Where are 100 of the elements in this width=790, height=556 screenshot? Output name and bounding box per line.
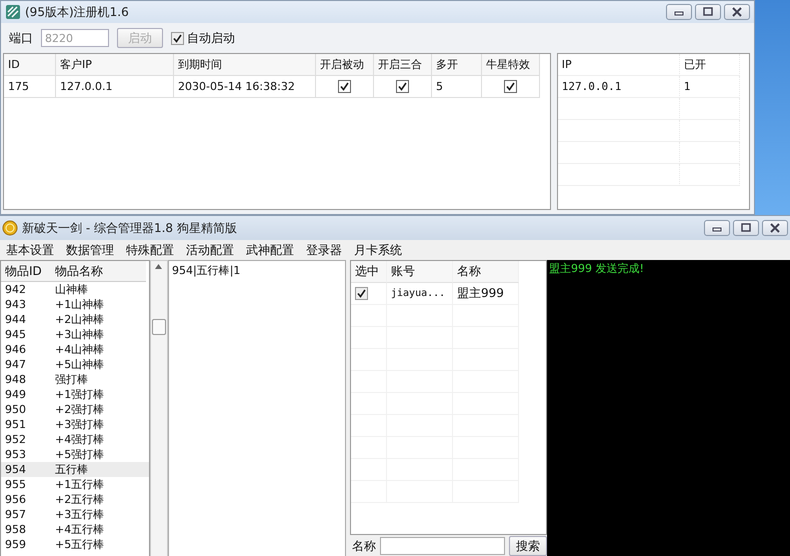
menu-item[interactable]: 活动配置 xyxy=(186,242,234,258)
column-header[interactable]: 开启被动 xyxy=(316,54,374,76)
menu-item[interactable]: 特殊配置 xyxy=(126,242,174,258)
column-header[interactable]: ID xyxy=(4,54,56,76)
table-cell[interactable]: 强打棒 xyxy=(51,372,146,387)
column-header[interactable]: 多开 xyxy=(432,54,482,76)
table-cell[interactable]: 959 xyxy=(1,537,51,552)
empty-cell xyxy=(351,481,387,503)
console-line: 盟主999 发送完成! xyxy=(549,261,645,276)
column-header[interactable]: 到期时间 xyxy=(174,54,316,76)
table-cell[interactable]: +5山神棒 xyxy=(51,357,146,372)
close-button[interactable] xyxy=(724,4,750,20)
empty-cell xyxy=(351,327,387,349)
coin-icon xyxy=(2,220,18,236)
column-header[interactable]: 物品ID xyxy=(1,261,51,282)
column-header[interactable]: IP xyxy=(558,54,680,76)
empty-cell xyxy=(351,459,387,481)
up-arrow-icon[interactable] xyxy=(155,264,162,269)
table-cell[interactable]: +4山神棒 xyxy=(51,342,146,357)
menu-item[interactable]: 登录器 xyxy=(306,242,342,258)
detail-text: 954|五行棒|1 xyxy=(168,260,346,556)
column-header[interactable]: 账号 xyxy=(387,261,453,283)
table-cell: jiayua... xyxy=(387,283,453,305)
search-button[interactable]: 搜索 xyxy=(509,536,547,556)
table-cell[interactable]: 946 xyxy=(1,342,51,357)
minimize-button[interactable] xyxy=(704,220,730,236)
column-header[interactable]: 客户IP xyxy=(56,54,174,76)
empty-cell xyxy=(351,393,387,415)
table-cell[interactable]: +3五行棒 xyxy=(51,507,146,522)
checkbox[interactable] xyxy=(338,80,351,93)
empty-cell xyxy=(351,349,387,371)
table-cell[interactable]: 943 xyxy=(1,297,51,312)
table-cell[interactable]: +1强打棒 xyxy=(51,387,146,402)
table-cell[interactable]: 945 xyxy=(1,327,51,342)
table-cell[interactable]: +4强打棒 xyxy=(51,432,146,447)
table-cell[interactable]: +1山神棒 xyxy=(51,297,146,312)
table-cell[interactable]: 948 xyxy=(1,372,51,387)
table-cell[interactable]: +3强打棒 xyxy=(51,417,146,432)
table-cell[interactable]: 957 xyxy=(1,507,51,522)
column-header[interactable]: 开启三合 xyxy=(374,54,432,76)
column-header[interactable]: 已开 xyxy=(680,54,740,76)
search-field[interactable] xyxy=(380,537,505,555)
maximize-icon xyxy=(702,7,714,17)
checkbox-label: 自动启动 xyxy=(187,30,235,46)
table-cell[interactable]: 950 xyxy=(1,402,51,417)
table-cell: 1 xyxy=(680,76,740,98)
table-cell[interactable]: 955 xyxy=(1,477,51,492)
table-cell[interactable]: 944 xyxy=(1,312,51,327)
column-header[interactable]: 选中 xyxy=(351,261,387,283)
table-cell[interactable]: 942 xyxy=(1,282,51,297)
table-cell[interactable]: +1五行棒 xyxy=(51,477,146,492)
table-cell[interactable]: 952 xyxy=(1,432,51,447)
close-icon xyxy=(769,223,781,233)
close-button[interactable] xyxy=(762,220,788,236)
table-cell[interactable]: 956 xyxy=(1,492,51,507)
column-header[interactable]: 牛星特效 xyxy=(482,54,540,76)
table-cell: 2030-05-14 16:38:32 xyxy=(174,76,316,98)
table-cell[interactable]: +2山神棒 xyxy=(51,312,146,327)
table-cell[interactable]: +2五行棒 xyxy=(51,492,146,507)
checkbox[interactable] xyxy=(171,32,184,44)
table-cell[interactable]: 951 xyxy=(1,417,51,432)
table-cell[interactable]: +5强打棒 xyxy=(51,447,146,462)
minimize-button[interactable] xyxy=(666,4,692,20)
empty-cell xyxy=(351,437,387,459)
window-title: (95版本)注册机1.6 xyxy=(25,4,129,20)
scroll-thumb[interactable] xyxy=(152,319,166,335)
table-cell[interactable]: +2强打棒 xyxy=(51,402,146,417)
table-cell[interactable]: 958 xyxy=(1,522,51,537)
menu-item[interactable]: 月卡系统 xyxy=(354,242,402,258)
table-cell[interactable]: +3山神棒 xyxy=(51,327,146,342)
table-cell: 5 xyxy=(432,76,482,98)
table-cell[interactable]: 947 xyxy=(1,357,51,372)
search-label: 名称 xyxy=(352,538,376,554)
maximize-button[interactable] xyxy=(733,220,759,236)
close-icon xyxy=(731,7,743,17)
port-label: 端口 xyxy=(9,30,33,46)
column-header[interactable]: 物品名称 xyxy=(51,261,146,282)
menu-item[interactable]: 基本设置 xyxy=(6,242,54,258)
column-header[interactable]: 名称 xyxy=(453,261,519,283)
table-cell[interactable]: 953 xyxy=(1,447,51,462)
table-cell: 127.0.0.1 xyxy=(56,76,174,98)
table-cell[interactable]: +4五行棒 xyxy=(51,522,146,537)
menu-item[interactable]: 武神配置 xyxy=(246,242,294,258)
menu-item[interactable]: 数据管理 xyxy=(66,242,114,258)
table-cell[interactable]: +5五行棒 xyxy=(51,537,146,552)
table-cell[interactable]: 949 xyxy=(1,387,51,402)
scrollbar[interactable] xyxy=(150,260,168,556)
table-cell[interactable]: 五行棒 xyxy=(51,462,146,477)
app-icon xyxy=(5,4,21,20)
table-cell: 127.0.0.1 xyxy=(558,76,680,98)
table-cell: 175 xyxy=(4,76,56,98)
empty-cell xyxy=(351,371,387,393)
table-cell[interactable]: 954 xyxy=(1,462,51,477)
maximize-button[interactable] xyxy=(695,4,721,20)
window-title: 新破天一剑 - 综合管理器1.8 狗星精简版 xyxy=(22,220,237,236)
checkbox[interactable] xyxy=(504,80,517,93)
checkbox[interactable] xyxy=(396,80,409,93)
checkbox[interactable] xyxy=(355,287,368,300)
maximize-icon xyxy=(740,223,752,233)
table-cell[interactable]: 山神棒 xyxy=(51,282,146,297)
